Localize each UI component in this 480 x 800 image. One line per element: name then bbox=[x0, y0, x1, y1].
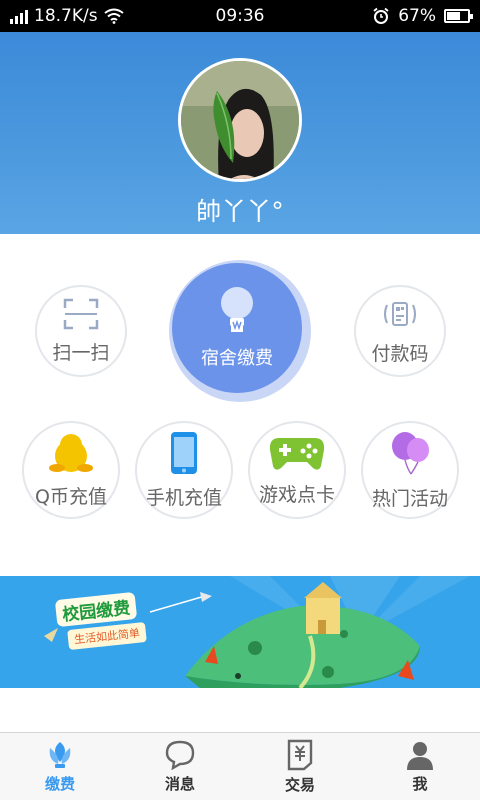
message-bubble-icon bbox=[165, 740, 195, 770]
game-card-label: 游戏点卡 bbox=[258, 483, 335, 506]
status-bar: 18.7K/s 09:36 67% bbox=[0, 0, 480, 32]
hot-events-button[interactable]: 热门活动 bbox=[361, 421, 459, 519]
payment-code-label: 付款码 bbox=[371, 342, 429, 365]
tab-transactions[interactable]: 交易 bbox=[240, 733, 360, 800]
profile-header: 帥丫丫° bbox=[0, 32, 480, 234]
phone-icon bbox=[171, 431, 197, 474]
transaction-doc-icon bbox=[287, 739, 313, 770]
tab-messages-label: 消息 bbox=[164, 774, 195, 793]
tab-transactions-label: 交易 bbox=[284, 775, 315, 794]
payment-code-button[interactable]: 付款码 bbox=[354, 285, 446, 377]
phone-recharge-label: 手机充值 bbox=[145, 486, 222, 509]
lightbulb-icon bbox=[221, 287, 253, 332]
tab-payment-label: 缴费 bbox=[44, 774, 75, 793]
service-grid: 扫一扫 宿舍缴费 付款码 Q币充值 手机充值 游戏点卡 热门活动 bbox=[0, 234, 480, 574]
game-card-button[interactable]: 游戏点卡 bbox=[248, 421, 346, 519]
battery-icon bbox=[444, 9, 473, 23]
bottom-tab-bar: 缴费 消息 交易 我 bbox=[0, 732, 480, 800]
battery-percent: 67% bbox=[398, 6, 436, 26]
tab-me-label: 我 bbox=[412, 774, 428, 793]
status-right: 67% bbox=[372, 0, 473, 32]
alarm-icon bbox=[373, 7, 389, 24]
qq-penguin-icon bbox=[49, 433, 93, 472]
tab-me[interactable]: 我 bbox=[360, 733, 480, 800]
user-name: 帥丫丫° bbox=[196, 197, 284, 226]
person-icon bbox=[407, 741, 433, 770]
payment-leaf-icon bbox=[49, 741, 71, 768]
phone-recharge-button[interactable]: 手机充值 bbox=[135, 421, 233, 519]
dorm-payment-label: 宿舍缴费 bbox=[201, 348, 273, 369]
balloons-icon bbox=[392, 431, 429, 474]
dorm-payment-halo: 宿舍缴费 bbox=[169, 260, 311, 402]
scan-label: 扫一扫 bbox=[52, 341, 110, 364]
scan-icon bbox=[63, 298, 99, 329]
hot-events-label: 热门活动 bbox=[371, 487, 448, 510]
avatar[interactable] bbox=[178, 58, 302, 182]
q-coin-label: Q币充值 bbox=[35, 485, 107, 508]
tab-payment[interactable]: 缴费 bbox=[0, 733, 120, 800]
gamepad-icon bbox=[269, 437, 325, 470]
tab-messages[interactable]: 消息 bbox=[120, 733, 240, 800]
payment-code-icon bbox=[384, 301, 416, 326]
scan-button[interactable]: 扫一扫 bbox=[35, 285, 127, 377]
q-coin-button[interactable]: Q币充值 bbox=[22, 421, 120, 519]
dorm-payment-button[interactable]: 宿舍缴费 bbox=[172, 263, 302, 393]
campus-payment-banner[interactable]: 校园缴费 生活如此简单 bbox=[0, 576, 480, 688]
